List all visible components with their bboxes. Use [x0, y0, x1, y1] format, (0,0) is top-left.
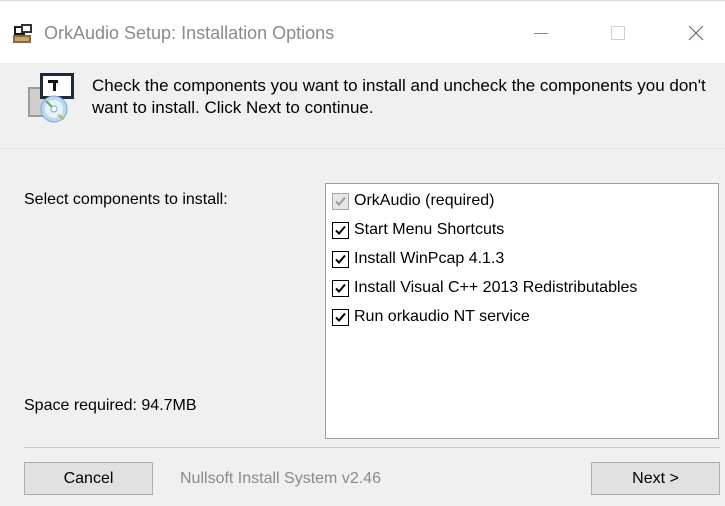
component-label: Start Menu Shortcuts	[354, 221, 505, 238]
header-divider	[0, 148, 725, 149]
installer-window: OrkAudio Setup: Installation Options Che…	[0, 0, 725, 506]
checkmark-icon	[335, 225, 346, 235]
checkmark-icon	[335, 196, 346, 206]
checkbox-nt-service[interactable]	[332, 308, 349, 326]
footer-divider	[24, 447, 720, 448]
title-bar: OrkAudio Setup: Installation Options	[0, 1, 725, 63]
checkbox-winpcap[interactable]	[332, 250, 349, 268]
component-item-start-menu[interactable]: Start Menu Shortcuts	[332, 219, 504, 241]
installer-app-icon	[12, 23, 34, 45]
space-required-label: Space required: 94.7MB	[24, 397, 197, 414]
window-title: OrkAudio Setup: Installation Options	[44, 23, 335, 43]
select-components-label: Select components to install:	[24, 191, 228, 208]
component-label: Run orkaudio NT service	[354, 308, 530, 325]
component-item-winpcap[interactable]: Install WinPcap 4.1.3	[332, 248, 504, 270]
next-button[interactable]: Next >	[591, 462, 720, 495]
checkbox-vcredist[interactable]	[332, 279, 349, 297]
checkmark-icon	[335, 312, 346, 322]
installer-cd-icon	[24, 71, 76, 123]
component-item-nt-service[interactable]: Run orkaudio NT service	[332, 306, 530, 328]
component-label: Install WinPcap 4.1.3	[354, 250, 505, 267]
component-item-orkaudio[interactable]: OrkAudio (required)	[332, 190, 495, 212]
component-item-vcredist[interactable]: Install Visual C++ 2013 Redistributables	[332, 277, 637, 299]
cancel-button[interactable]: Cancel	[24, 462, 153, 495]
component-label: OrkAudio (required)	[354, 192, 495, 209]
maximize-icon	[610, 25, 626, 46]
maximize-button[interactable]	[594, 15, 642, 55]
minimize-icon	[533, 25, 549, 46]
checkbox-orkaudio[interactable]	[332, 192, 349, 210]
installer-branding: Nullsoft Install System v2.46	[180, 470, 381, 487]
checkbox-start-menu[interactable]	[332, 221, 349, 239]
minimize-button[interactable]	[517, 15, 565, 55]
component-label: Install Visual C++ 2013 Redistributables	[354, 279, 638, 296]
close-icon	[687, 24, 705, 47]
header-instructions: Check the components you want to install…	[92, 76, 706, 117]
close-button[interactable]	[672, 15, 720, 55]
checkmark-icon	[335, 254, 346, 264]
checkmark-icon	[335, 283, 346, 293]
components-list[interactable]: OrkAudio (required) Start Menu Shortcuts…	[325, 183, 719, 439]
